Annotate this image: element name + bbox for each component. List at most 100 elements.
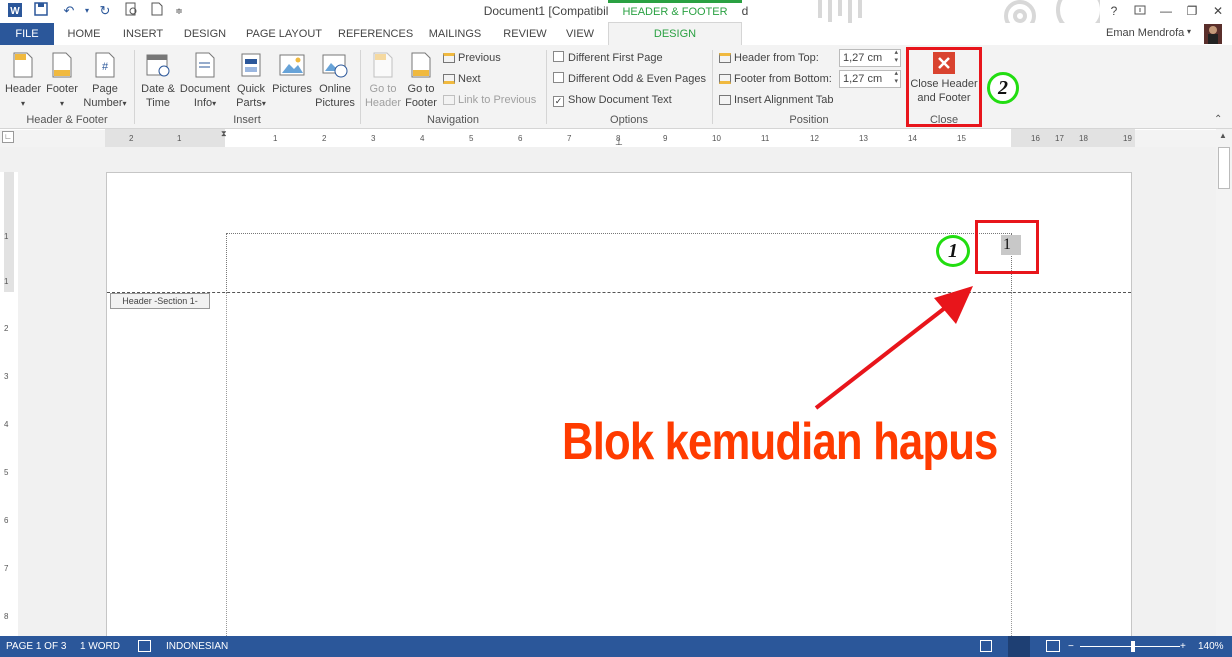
header-from-top-spinner[interactable]: 1,27 cm ▴ ▾: [839, 49, 901, 67]
status-bar: PAGE 1 OF 3 1 WORD INDONESIAN − + 140%: [0, 636, 1232, 657]
page-count[interactable]: PAGE 1 OF 3: [6, 636, 66, 657]
quick-parts-icon: [241, 53, 261, 77]
next-icon: [443, 74, 455, 84]
collapse-ribbon-icon[interactable]: ⌃: [1214, 114, 1222, 125]
page-number-icon: #: [95, 52, 115, 78]
zoom-out-button[interactable]: −: [1068, 636, 1074, 657]
tab-file[interactable]: FILE: [0, 23, 54, 45]
vertical-ruler[interactable]: 1 1 2 3 4 5 6 7 8: [0, 172, 18, 636]
word-count[interactable]: 1 WORD: [80, 636, 120, 657]
online-pictures-button[interactable]: Online Pictures: [314, 51, 356, 110]
tab-mailings[interactable]: MAILINGS: [424, 23, 486, 45]
horizontal-ruler[interactable]: 2 1 1 2 3 4 5 6 7 8 9 10 11 12 13 14 15 …: [105, 129, 1135, 147]
group-separator: [360, 50, 361, 124]
alignment-tab-icon: [719, 95, 731, 105]
previous-icon: [443, 53, 455, 63]
group-label-navigation: Navigation: [427, 114, 479, 126]
go-to-header-button[interactable]: Go to Header: [364, 51, 402, 110]
different-odd-even-checkbox[interactable]: Different Odd & Even Pages: [553, 72, 706, 86]
previous-button[interactable]: Previous: [443, 51, 501, 65]
read-mode-icon[interactable]: [980, 640, 992, 652]
restore-button[interactable]: ❐: [1180, 2, 1204, 20]
page-number-highlight: [975, 220, 1039, 274]
next-button[interactable]: Next: [443, 72, 481, 86]
quick-parts-button[interactable]: Quick Parts▾: [234, 51, 268, 111]
tab-review[interactable]: REVIEW: [498, 23, 552, 45]
tab-selector[interactable]: ∟: [2, 131, 14, 143]
header-section-tag: Header -Section 1-: [110, 293, 210, 309]
svg-text:#: #: [102, 61, 109, 73]
group-separator: [712, 50, 713, 124]
help-button[interactable]: ?: [1102, 2, 1126, 20]
pictures-icon: [279, 54, 305, 76]
link-icon: [443, 95, 455, 105]
zoom-in-button[interactable]: +: [1180, 636, 1186, 657]
instruction-caption: Blok kemudian hapus: [562, 413, 998, 471]
header-position-icon: [719, 53, 731, 63]
language-indicator[interactable]: INDONESIAN: [166, 636, 228, 657]
zoom-slider-thumb[interactable]: [1131, 641, 1135, 652]
user-name[interactable]: Eman Mendrofa: [1106, 27, 1184, 39]
vertical-scrollbar[interactable]: ▲: [1216, 129, 1232, 636]
link-to-previous-button[interactable]: Link to Previous: [443, 93, 536, 107]
footer-button[interactable]: Footer ▾: [44, 51, 80, 111]
close-window-button[interactable]: ✕: [1206, 2, 1230, 20]
right-text-boundary: [1011, 293, 1012, 636]
footer-icon: [52, 52, 72, 78]
show-document-text-checkbox[interactable]: ✓ Show Document Text: [553, 93, 672, 107]
header-footer-tools-label: HEADER & FOOTER TOOLS: [608, 0, 742, 36]
header-from-top-label: Header from Top:: [719, 51, 819, 65]
proofing-icon[interactable]: [138, 640, 151, 652]
tab-view[interactable]: VIEW: [560, 23, 600, 45]
tab-insert[interactable]: INSERT: [118, 23, 168, 45]
group-label-position: Position: [789, 114, 829, 126]
checkmark-icon: ✓: [553, 96, 564, 107]
tab-page-layout[interactable]: PAGE LAYOUT: [244, 23, 324, 45]
group-label-header-footer: Header & Footer: [26, 114, 108, 126]
ribbon-display-options-button[interactable]: [1128, 2, 1152, 20]
scroll-thumb: [1218, 147, 1230, 189]
user-dropdown-icon[interactable]: ▾: [1187, 27, 1191, 36]
zoom-level[interactable]: 140%: [1198, 636, 1224, 657]
footer-position-icon: [719, 74, 731, 84]
group-separator: [546, 50, 547, 124]
page-number-button[interactable]: # Page Number▾: [82, 51, 128, 111]
avatar[interactable]: [1204, 24, 1222, 44]
group-label-insert: Insert: [233, 114, 261, 126]
group-separator: [134, 50, 135, 124]
go-to-header-icon: [373, 52, 393, 78]
spinner-arrows-icon: ▴ ▾: [894, 49, 898, 64]
tab-header-footer-design[interactable]: DESIGN: [608, 22, 742, 45]
step-2-marker: 2: [987, 72, 1019, 104]
pictures-button[interactable]: Pictures: [270, 51, 314, 96]
footer-from-bottom-label: Footer from Bottom:: [719, 72, 832, 86]
web-layout-icon[interactable]: [1046, 640, 1060, 652]
online-pictures-icon: [322, 54, 348, 78]
zoom-slider[interactable]: [1080, 646, 1180, 647]
checkbox: [553, 72, 564, 83]
document-info-button[interactable]: Document Info▾: [178, 51, 232, 111]
group-label-options: Options: [610, 114, 648, 126]
go-to-footer-button[interactable]: Go to Footer: [402, 51, 440, 110]
checkbox: [553, 51, 564, 62]
different-first-page-checkbox[interactable]: Different First Page: [553, 51, 663, 65]
document-info-icon: [195, 52, 215, 78]
insert-alignment-tab-button[interactable]: Insert Alignment Tab: [719, 93, 833, 107]
tab-references[interactable]: REFERENCES: [338, 23, 413, 45]
footer-from-bottom-spinner[interactable]: 1,27 cm ▴ ▾: [839, 70, 901, 88]
tab-home[interactable]: HOME: [62, 23, 106, 45]
scroll-up-icon: ▲: [1219, 131, 1227, 140]
annotation-arrow: [814, 286, 973, 410]
indent-marker-icon[interactable]: ⧗: [221, 129, 227, 139]
tab-design[interactable]: DESIGN: [180, 23, 230, 45]
left-text-boundary: [226, 293, 227, 636]
print-layout-icon[interactable]: [1008, 636, 1030, 657]
header-button[interactable]: Header ▾: [4, 51, 42, 111]
calendar-icon: [146, 54, 170, 77]
minimize-button[interactable]: —: [1154, 2, 1178, 20]
go-to-footer-icon: [411, 52, 431, 78]
header-icon: [13, 52, 33, 78]
center-tab-stop-icon[interactable]: ⊥: [615, 137, 623, 148]
date-time-button[interactable]: Date & Time: [138, 51, 178, 110]
spinner-arrows-icon: ▴ ▾: [894, 70, 898, 85]
